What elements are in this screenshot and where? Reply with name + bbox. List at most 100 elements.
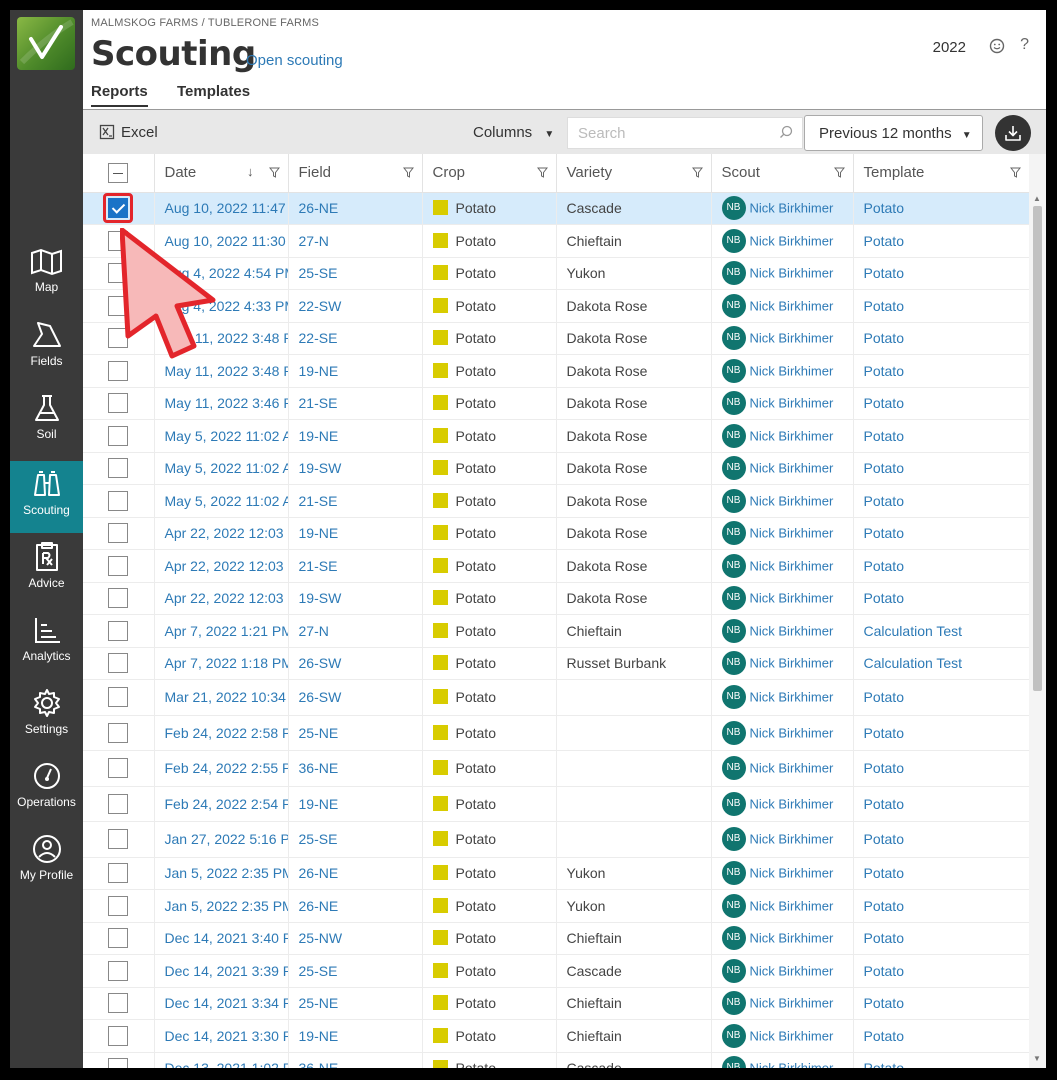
scout-cell[interactable]: NB Nick Birkhimer <box>711 322 854 355</box>
columns-button[interactable]: Columns ▼ <box>473 124 554 141</box>
scout-cell[interactable]: NB Nick Birkhimer <box>711 750 854 787</box>
scout-name[interactable]: Nick Birkhimer <box>750 996 834 1011</box>
date-cell[interactable]: May 11, 2022 3:48 PM <box>154 322 289 355</box>
tab-templates[interactable]: Templates <box>177 83 250 105</box>
template-cell[interactable]: Potato <box>853 452 1029 485</box>
checkbox-cell[interactable] <box>83 484 155 518</box>
date-cell[interactable]: Aug 10, 2022 11:30 AM <box>154 224 289 258</box>
template-cell[interactable]: Potato <box>853 889 1029 923</box>
template-cell[interactable]: Potato <box>853 954 1029 988</box>
field-cell[interactable]: 26-NE <box>288 857 423 890</box>
scout-cell[interactable]: NB Nick Birkhimer <box>711 192 854 225</box>
scout-cell[interactable]: NB Nick Birkhimer <box>711 257 854 290</box>
template-cell[interactable]: Potato <box>853 192 1029 225</box>
table-row[interactable]: Feb 24, 2022 2:55 PM36-NE Potato NB Nick Bi… <box>83 750 1029 787</box>
checkbox-cell[interactable] <box>83 517 155 550</box>
date-cell[interactable]: Apr 7, 2022 1:21 PM <box>154 614 289 648</box>
template-cell[interactable]: Potato <box>853 322 1029 355</box>
select-all-checkbox[interactable] <box>108 162 129 183</box>
field-cell[interactable]: 26-NE <box>288 192 423 225</box>
date-cell[interactable]: May 5, 2022 11:02 AM <box>154 419 289 453</box>
table-row[interactable]: Jan 27, 2022 5:16 PM 25-SE Potato NB Nick Bi… <box>83 821 1029 858</box>
field-cell[interactable]: 36-NE <box>288 750 423 787</box>
table-row[interactable]: Feb 24, 2022 2:54 PM19-NE Potato NB Nick Bi… <box>83 786 1029 822</box>
scout-name[interactable]: Nick Birkhimer <box>750 931 834 946</box>
row-checkbox[interactable] <box>108 555 129 576</box>
table-row[interactable]: May 11, 2022 3:48 PM22-SE Potato Dakota Ro… <box>83 322 1029 355</box>
checkbox-cell[interactable] <box>83 549 155 583</box>
table-row[interactable]: Apr 22, 2022 12:03 PM19-NE Potato Dakota R… <box>83 517 1029 550</box>
date-cell[interactable]: Jan 27, 2022 5:16 PM <box>154 821 289 858</box>
scout-name[interactable]: Nick Birkhimer <box>750 591 834 606</box>
scout-name[interactable]: Nick Birkhimer <box>750 1028 834 1043</box>
scout-name[interactable]: Nick Birkhimer <box>750 201 834 216</box>
template-cell[interactable]: Potato <box>853 354 1029 388</box>
field-cell[interactable]: 19-SW <box>288 582 423 615</box>
checkbox-cell[interactable] <box>83 647 155 680</box>
checkbox-cell[interactable] <box>83 786 155 822</box>
date-cell[interactable]: Apr 22, 2022 12:03 PM <box>154 582 289 615</box>
row-checkbox[interactable] <box>108 1058 129 1068</box>
row-checkbox[interactable] <box>108 588 129 609</box>
date-cell[interactable]: Feb 24, 2022 2:54 PM <box>154 786 289 822</box>
scout-cell[interactable]: NB Nick Birkhimer <box>711 679 854 716</box>
template-cell[interactable]: Potato <box>853 289 1029 323</box>
table-row[interactable]: Mar 21, 2022 10:34 AM26-SW Potato NB Nick B… <box>83 679 1029 716</box>
row-checkbox[interactable] <box>108 993 129 1014</box>
scout-cell[interactable]: NB Nick Birkhimer <box>711 786 854 822</box>
row-checkbox[interactable] <box>108 687 129 708</box>
checkbox-cell[interactable] <box>83 192 155 225</box>
date-cell[interactable]: May 5, 2022 11:02 AM <box>154 484 289 518</box>
table-row[interactable]: Dec 14, 2021 3:40 PM25-NW Potato Chieftain… <box>83 922 1029 955</box>
field-cell[interactable]: 27-N <box>288 224 423 258</box>
field-cell[interactable]: 19-NE <box>288 786 423 822</box>
app-logo[interactable] <box>17 17 75 70</box>
template-cell[interactable]: Calculation Test <box>853 647 1029 680</box>
scout-cell[interactable]: NB Nick Birkhimer <box>711 419 854 453</box>
column-header-crop[interactable]: Crop <box>422 154 557 193</box>
scout-cell[interactable]: NB Nick Birkhimer <box>711 224 854 258</box>
table-scrollbar[interactable]: ▲ ▼ <box>1029 154 1046 1068</box>
filter-icon[interactable] <box>691 167 703 178</box>
table-row[interactable]: Aug 10, 2022 11:30 AM27-N Potato Chieftain… <box>83 224 1029 258</box>
sort-down-icon[interactable]: ↓ <box>247 164 254 179</box>
field-cell[interactable]: 22-SW <box>288 289 423 323</box>
template-cell[interactable]: Potato <box>853 387 1029 420</box>
checkbox-cell[interactable] <box>83 821 155 858</box>
field-cell[interactable]: 21-SE <box>288 387 423 420</box>
download-button[interactable] <box>995 115 1031 151</box>
scout-cell[interactable]: NB Nick Birkhimer <box>711 289 854 323</box>
search-input[interactable] <box>567 117 803 149</box>
nav-operations[interactable]: Operations <box>10 761 83 831</box>
year-selector[interactable]: 2022 <box>933 39 966 56</box>
field-cell[interactable]: 19-NE <box>288 1019 423 1053</box>
scout-cell[interactable]: NB Nick Birkhimer <box>711 354 854 388</box>
field-cell[interactable]: 25-SE <box>288 257 423 290</box>
table-row[interactable]: May 5, 2022 11:02 AM19-NE Potato Dakota Ro… <box>83 419 1029 453</box>
table-row[interactable]: Dec 13, 2021 1:02 PM36-NEPotatoCascadeNB… <box>83 1052 1029 1068</box>
scroll-down-icon[interactable]: ▼ <box>1033 1054 1041 1063</box>
field-cell[interactable]: 21-SE <box>288 549 423 583</box>
date-cell[interactable]: Dec 14, 2021 3:30 PM <box>154 1019 289 1053</box>
scout-cell[interactable]: NB Nick Birkhimer <box>711 922 854 955</box>
date-cell[interactable]: Dec 14, 2021 3:40 PM <box>154 922 289 955</box>
template-cell[interactable]: Potato <box>853 679 1029 716</box>
column-header-scout[interactable]: Scout <box>711 154 854 193</box>
field-cell[interactable]: 21-SE <box>288 484 423 518</box>
help-icon[interactable]: ? <box>1020 36 1029 54</box>
row-checkbox[interactable] <box>108 523 129 544</box>
row-checkbox[interactable] <box>108 458 129 479</box>
template-cell[interactable]: Potato <box>853 750 1029 787</box>
checkbox-cell[interactable] <box>83 452 155 485</box>
row-checkbox[interactable] <box>108 425 129 446</box>
checkbox-cell[interactable] <box>83 289 155 323</box>
scout-cell[interactable]: NB Nick Birkhimer <box>711 857 854 890</box>
field-cell[interactable]: 26-SW <box>288 679 423 716</box>
row-checkbox[interactable] <box>108 328 129 349</box>
date-cell[interactable]: Apr 22, 2022 12:03 PM <box>154 517 289 550</box>
checkbox-cell[interactable] <box>83 419 155 453</box>
scout-name[interactable]: Nick Birkhimer <box>750 963 834 978</box>
column-header-field[interactable]: Field <box>288 154 423 193</box>
table-row[interactable]: Aug 4, 2022 4:33 PM 22-SW Potato Dakota Ros… <box>83 289 1029 323</box>
scrollbar-thumb[interactable] <box>1033 206 1042 691</box>
